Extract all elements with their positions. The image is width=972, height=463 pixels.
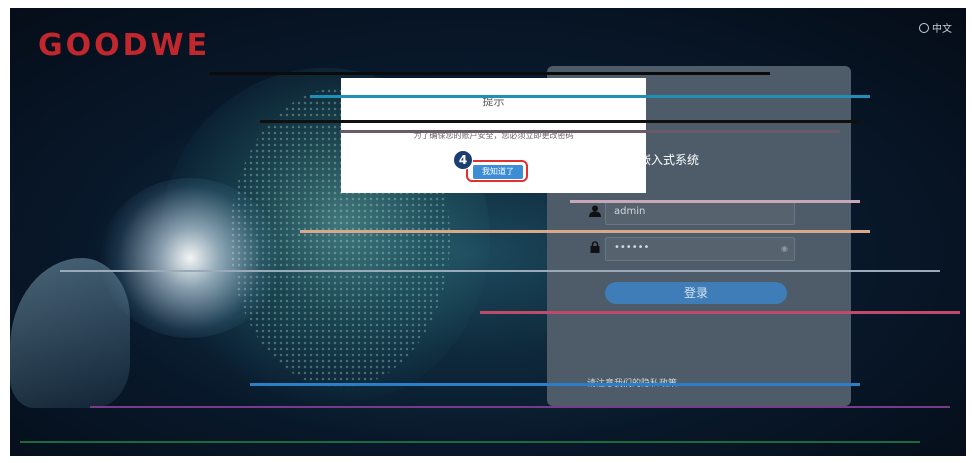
login-screen: GOODWE 中文 采嵌入式系统 admin •••••• ◉ 登录 请注意我们… [10, 8, 966, 456]
password-value: •••••• [614, 242, 650, 253]
lock-icon [590, 241, 600, 253]
username-input[interactable]: admin [605, 201, 795, 225]
user-icon [589, 205, 601, 217]
glitch-line [260, 120, 860, 123]
glitch-line [210, 72, 770, 75]
glitch-line [90, 406, 950, 408]
glitch-line [310, 95, 870, 98]
language-switch[interactable]: 中文 [919, 20, 952, 35]
globe-icon [919, 22, 929, 33]
eye-icon[interactable]: ◉ [781, 244, 788, 253]
glitch-line [340, 130, 840, 133]
glitch-line [60, 270, 940, 272]
login-button[interactable]: 登录 [605, 282, 787, 304]
confirm-button[interactable]: 我知道了 [473, 165, 523, 179]
step-badge: 4 [453, 150, 473, 170]
glitch-line [570, 200, 860, 203]
hand-graphic [10, 258, 130, 408]
glitch-line [480, 311, 960, 314]
language-label: 中文 [932, 24, 952, 35]
password-input[interactable]: •••••• ◉ [605, 237, 795, 261]
username-value: admin [614, 206, 646, 217]
glitch-line [20, 441, 920, 443]
goodwe-logo: GOODWE [38, 28, 211, 63]
glitch-line [250, 383, 860, 386]
glitch-line [300, 230, 870, 233]
